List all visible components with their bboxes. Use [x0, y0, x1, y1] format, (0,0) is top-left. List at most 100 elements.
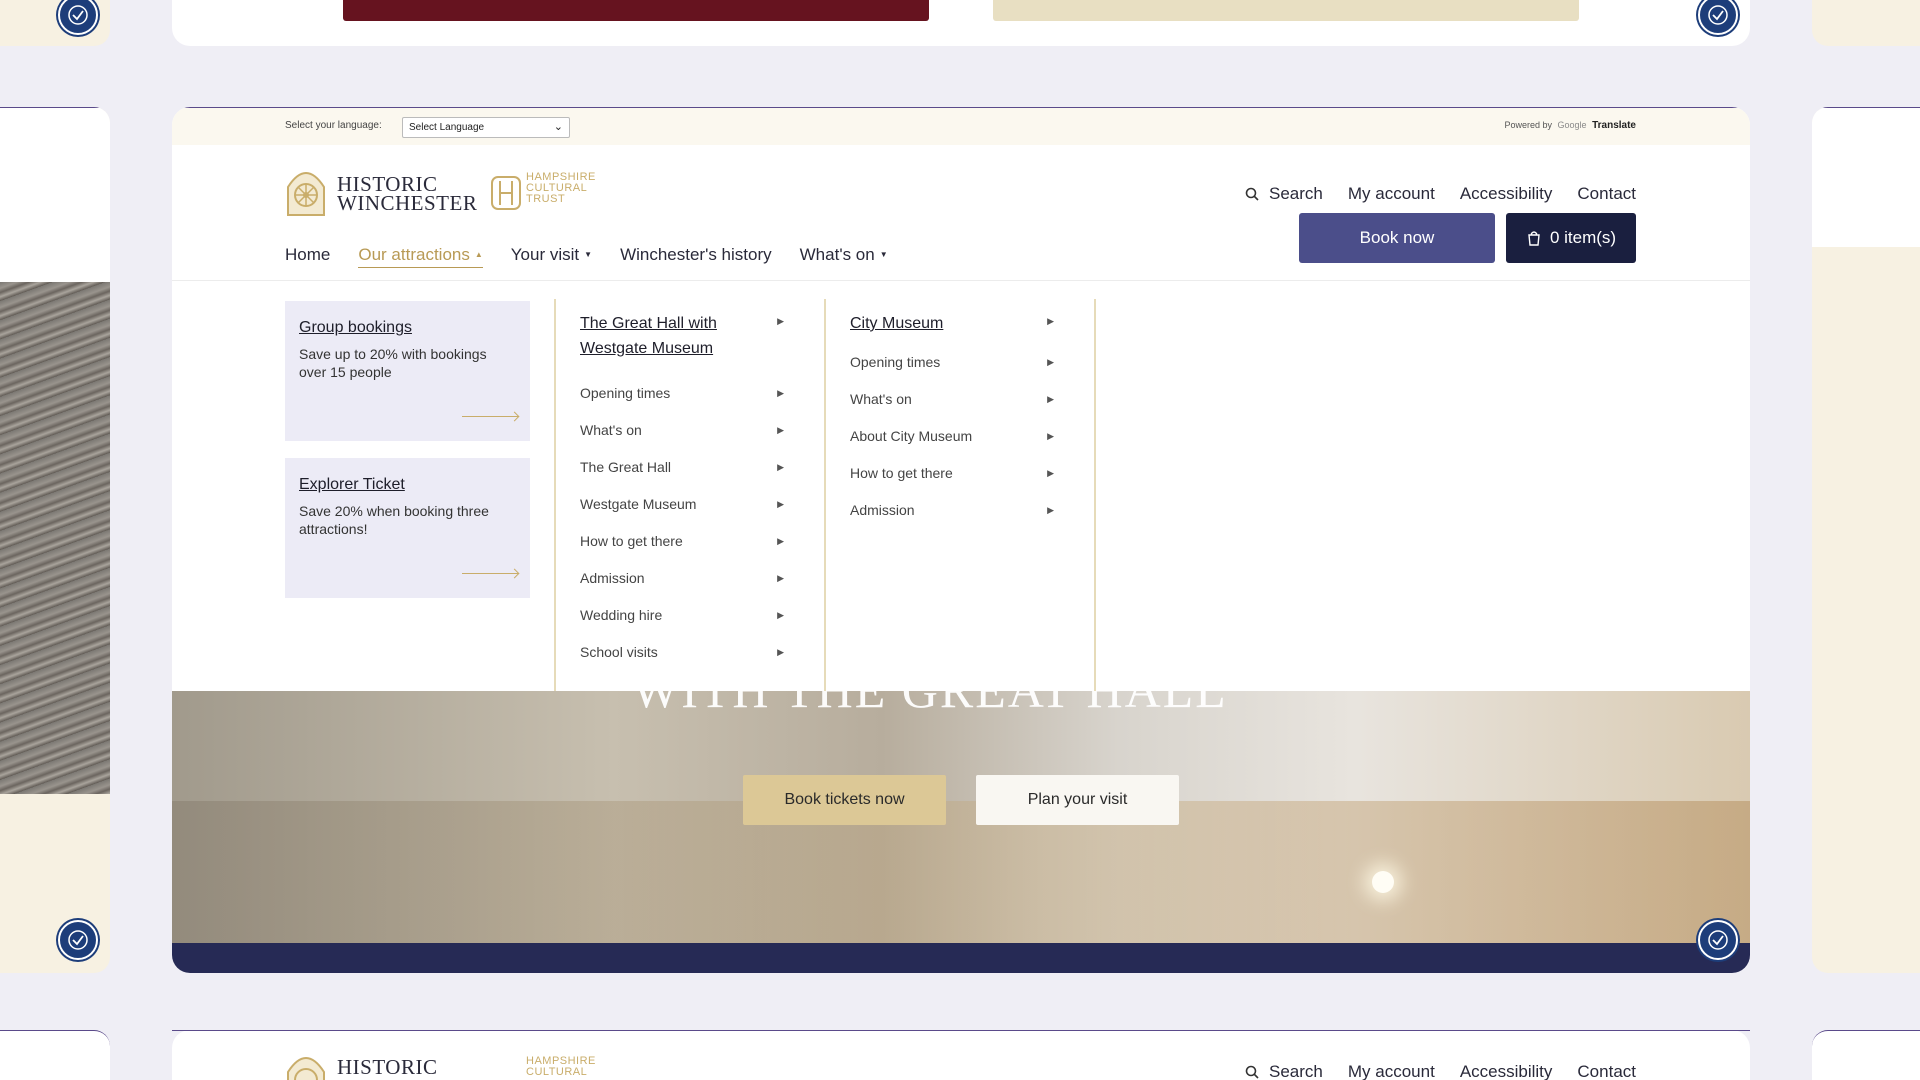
- menu-column-heading-label: City Museum: [850, 315, 944, 332]
- right-edge-card-top: [1812, 0, 1920, 46]
- attractions-mega-menu: Group bookings Save up to 20% with booki…: [172, 281, 1750, 691]
- nav-our-attractions[interactable]: Our attractions ▲: [358, 245, 483, 268]
- triangle-right-icon: ▶: [1047, 357, 1054, 367]
- menu-item[interactable]: What's on ▶: [580, 412, 784, 449]
- partner-logo-text: HAMPSHIRE CULTURAL: [526, 1056, 596, 1078]
- site-logo-text[interactable]: HISTORIC WINCHESTER: [337, 174, 477, 214]
- menu-item-label: The Great Hall: [580, 459, 672, 475]
- powered-by-label: Powered by: [1504, 120, 1553, 130]
- language-select[interactable]: Select Language ⌄: [402, 117, 570, 138]
- book-now-button[interactable]: Book now: [1299, 213, 1495, 263]
- book-tickets-now-button[interactable]: Book tickets now: [743, 775, 946, 825]
- triangle-right-icon: ▶: [777, 610, 784, 620]
- menu-item[interactable]: How to get there ▶: [850, 455, 1054, 492]
- search-link[interactable]: Search: [1245, 184, 1323, 204]
- partner-line-3: TRUST: [526, 193, 566, 205]
- menu-item-label: Opening times: [580, 385, 671, 401]
- right-edge-card: [1812, 107, 1920, 973]
- accessibility-link: Accessibility: [1459, 1062, 1553, 1080]
- cart-button[interactable]: 0 item(s): [1506, 213, 1636, 263]
- triangle-right-icon: ▶: [777, 316, 784, 326]
- search-label: Search: [1269, 1062, 1323, 1080]
- menu-column-heading[interactable]: The Great Hall with Westgate Museum ▶: [580, 311, 784, 361]
- website-preview-card: Select your language: Select Language ⌄ …: [172, 107, 1750, 973]
- menu-item-label: School visits: [580, 644, 658, 660]
- next-slide-card: HISTORIC HAMPSHIRE CULTURAL Search My ac…: [172, 1030, 1750, 1080]
- menu-item[interactable]: Opening times ▶: [580, 375, 784, 412]
- promo-description: Save 20% when booking three attractions!: [299, 503, 489, 537]
- partner-logo-text[interactable]: HAMPSHIRE CULTURAL TRUST: [526, 172, 596, 205]
- my-account-link: My account: [1347, 1062, 1435, 1080]
- caret-down-icon: ▼: [584, 250, 593, 259]
- nav-your-visit-label: Your visit: [510, 245, 580, 264]
- menu-item-label: Wedding hire: [580, 607, 663, 623]
- shopping-bag-icon: [1528, 231, 1540, 246]
- ceiling-light-glow: [1372, 871, 1394, 893]
- menu-item[interactable]: School visits ▶: [580, 634, 784, 671]
- left-edge-card: [0, 107, 110, 973]
- chevron-down-icon: ⌄: [553, 121, 563, 133]
- accessibility-badge-icon[interactable]: [1698, 920, 1738, 960]
- powered-by-google-translate[interactable]: Powered by Google Translate: [1504, 120, 1636, 131]
- menu-column-heading[interactable]: City Museum ▶: [850, 311, 1054, 336]
- triangle-right-icon: ▶: [777, 499, 784, 509]
- menu-item[interactable]: Admission ▶: [850, 492, 1054, 529]
- triangle-right-icon: ▶: [777, 647, 784, 657]
- triangle-right-icon: ▶: [777, 388, 784, 398]
- previous-slide-dark-bar: [343, 0, 929, 21]
- plan-your-visit-button[interactable]: Plan your visit: [976, 775, 1179, 825]
- left-edge-top-white: [0, 107, 110, 282]
- search-icon: [1245, 1065, 1259, 1079]
- accessibility-badge-icon[interactable]: [58, 920, 98, 960]
- triangle-right-icon: ▶: [1047, 505, 1054, 515]
- menu-item[interactable]: The Great Hall ▶: [580, 449, 784, 486]
- menu-item-label: About City Museum: [850, 428, 973, 444]
- contact-link[interactable]: Contact: [1577, 184, 1636, 204]
- arrow-right-icon: [462, 416, 518, 417]
- left-edge-card-bottom: [0, 1030, 110, 1080]
- site-logo-text: HISTORIC: [337, 1055, 438, 1079]
- utility-nav: Search My account Accessibility Contact: [1245, 184, 1636, 204]
- accessibility-link[interactable]: Accessibility: [1460, 184, 1553, 204]
- caret-down-icon: ▼: [879, 250, 888, 259]
- accessibility-check-icon: [68, 5, 88, 25]
- triangle-right-icon: ▶: [1047, 316, 1054, 326]
- accessibility-check-icon: [1708, 5, 1728, 25]
- menu-item[interactable]: How to get there ▶: [580, 523, 784, 560]
- translate-label: Translate: [1592, 120, 1636, 131]
- menu-column-divider: [1094, 299, 1096, 691]
- menu-item[interactable]: Opening times ▶: [850, 344, 1054, 381]
- hampshire-cultural-trust-logo-icon[interactable]: [490, 173, 522, 213]
- caret-up-icon: ▲: [474, 250, 483, 259]
- language-label: Select your language:: [285, 120, 382, 131]
- menu-item[interactable]: About City Museum ▶: [850, 418, 1054, 455]
- menu-item[interactable]: Wedding hire ▶: [580, 597, 784, 634]
- utility-nav: Search My account Accessibility Contact: [1245, 1062, 1636, 1080]
- menu-item[interactable]: Westgate Museum ▶: [580, 486, 784, 523]
- footer-band: [172, 943, 1750, 973]
- promo-title[interactable]: Group bookings: [299, 319, 516, 337]
- nav-winchesters-history[interactable]: Winchester's history: [620, 245, 772, 268]
- google-wordmark: Google: [1557, 120, 1587, 130]
- menu-item-label: How to get there: [580, 533, 683, 549]
- hero-heading: WITH THE GREAT HALL: [632, 691, 1228, 719]
- nav-your-visit[interactable]: Your visit ▼: [511, 245, 592, 268]
- cart-count-label: 0 item(s): [1549, 228, 1617, 247]
- nav-whats-on-label: What's on: [799, 245, 875, 264]
- my-account-link[interactable]: My account: [1348, 184, 1435, 204]
- menu-item[interactable]: Admission ▶: [580, 560, 784, 597]
- nav-home[interactable]: Home: [285, 245, 330, 268]
- promo-card-group-bookings[interactable]: Group bookings Save up to 20% with booki…: [285, 301, 530, 441]
- historic-winchester-logo-icon[interactable]: [285, 165, 327, 217]
- promo-title[interactable]: Explorer Ticket: [299, 476, 516, 494]
- triangle-right-icon: ▶: [777, 536, 784, 546]
- previous-slide-cream-bar: [993, 0, 1579, 21]
- search-icon: [1245, 187, 1259, 201]
- nav-whats-on[interactable]: What's on ▼: [800, 245, 888, 268]
- menu-item-label: Opening times: [850, 354, 941, 370]
- search-link: Search: [1245, 1062, 1323, 1080]
- menu-item[interactable]: What's on ▶: [850, 381, 1054, 418]
- triangle-right-icon: ▶: [1047, 468, 1054, 478]
- promo-card-explorer-ticket[interactable]: Explorer Ticket Save 20% when booking th…: [285, 458, 530, 598]
- nav-our-attractions-label: Our attractions: [358, 245, 470, 264]
